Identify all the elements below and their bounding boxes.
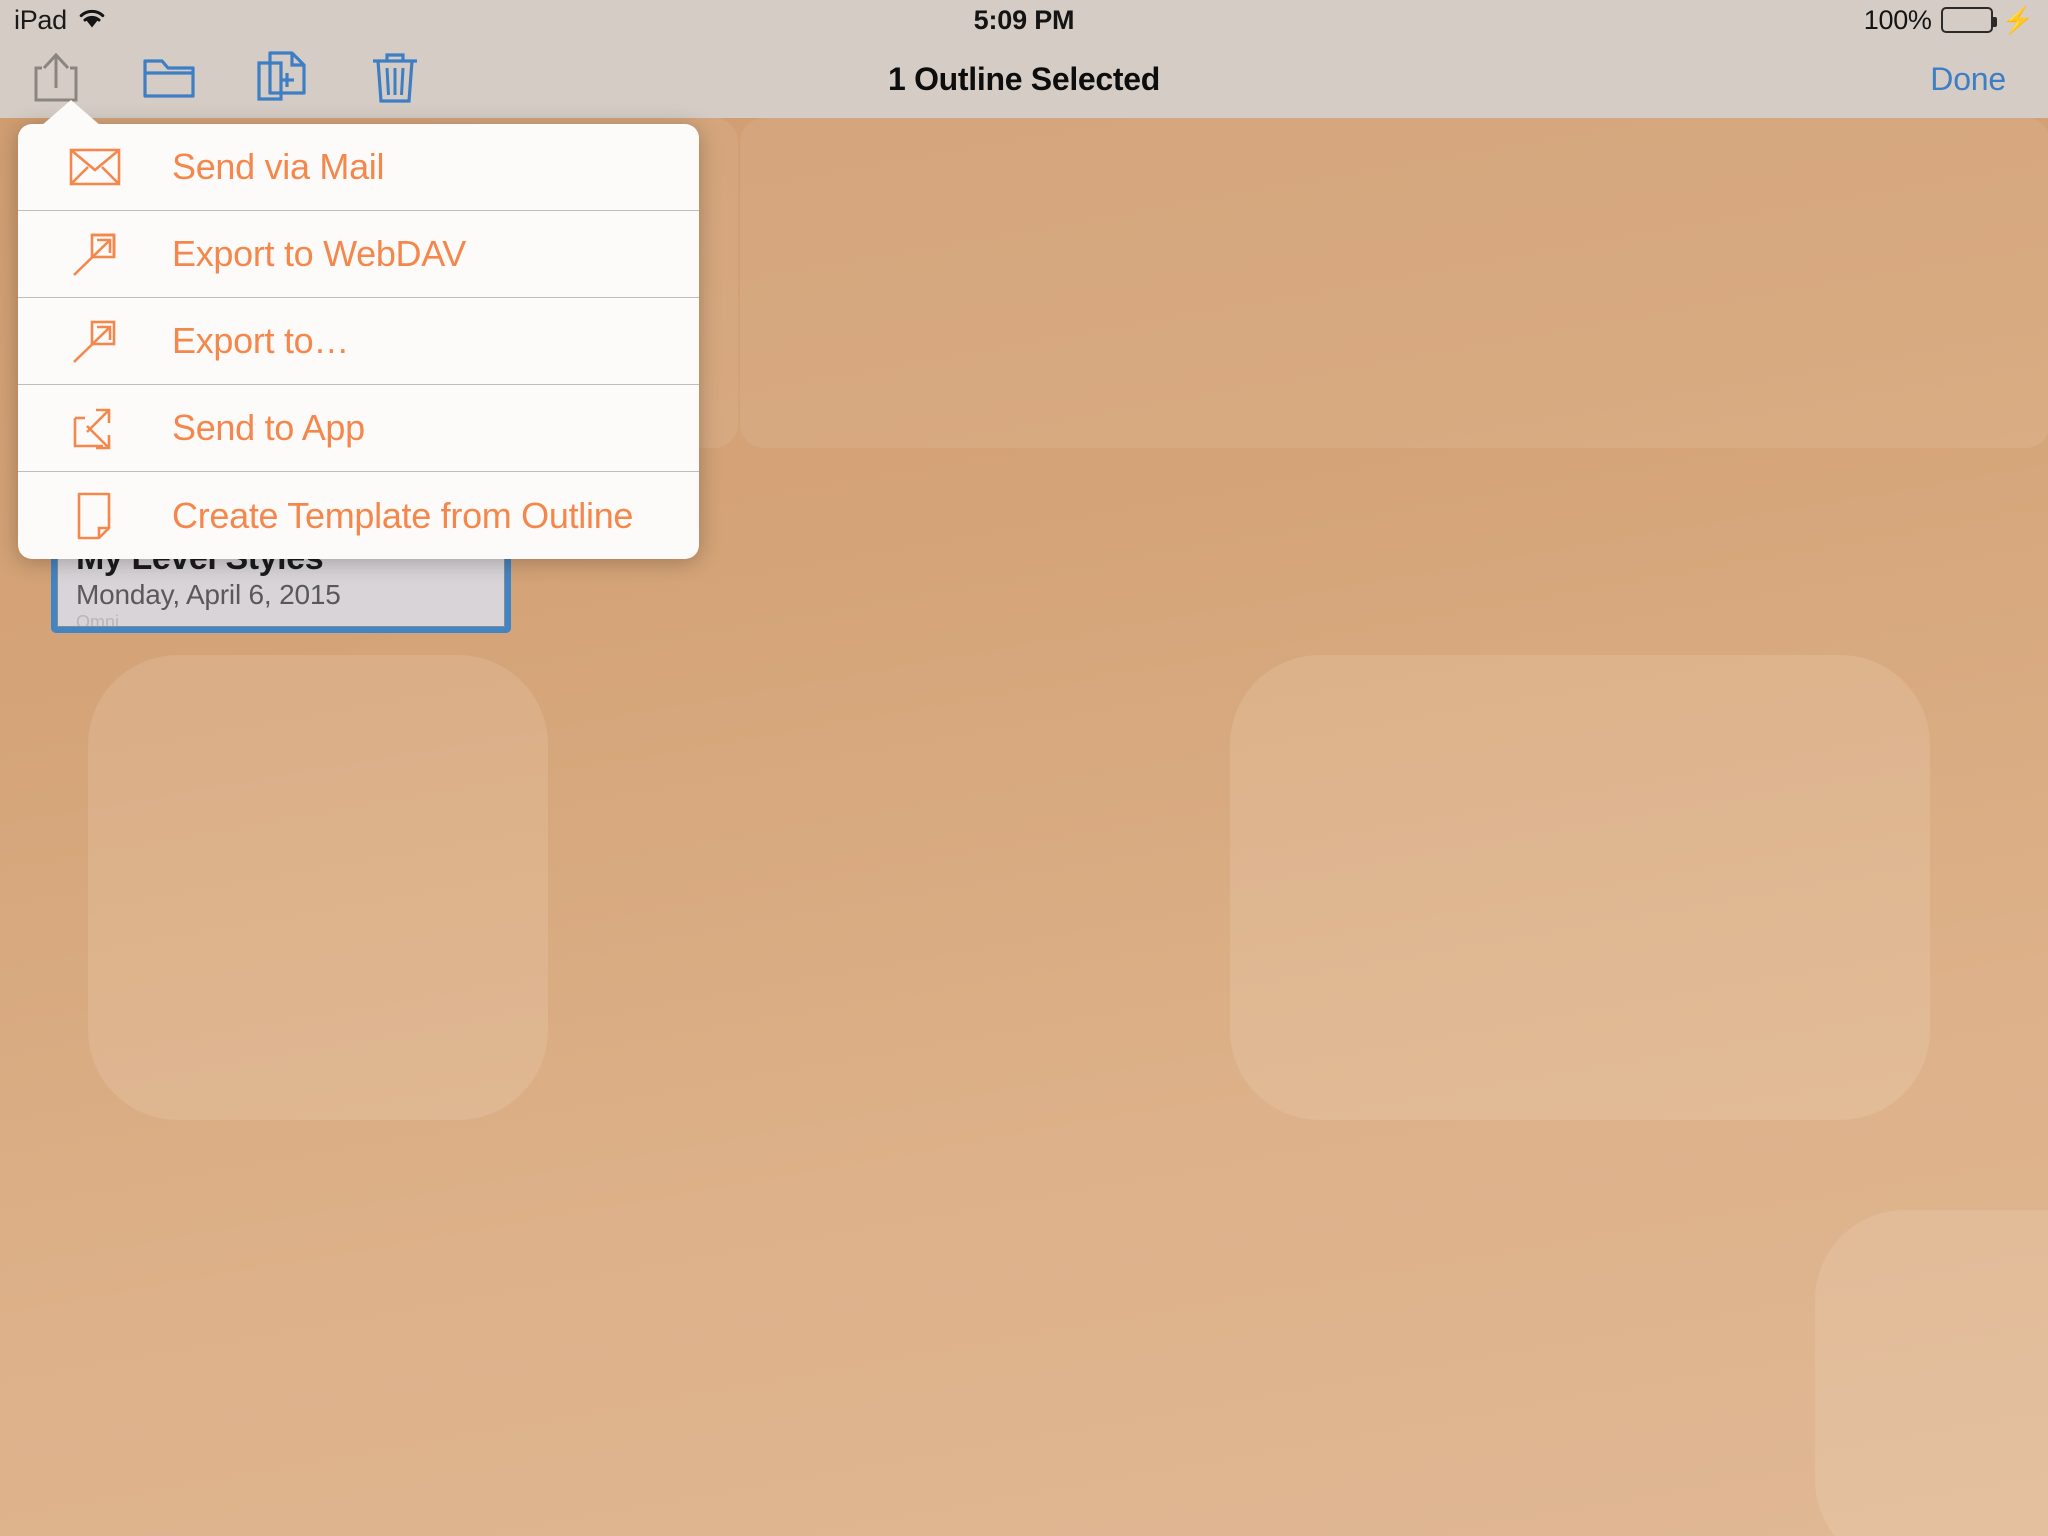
status-bar: iPad 5:09 PM 100% ⚡	[0, 0, 2048, 40]
background-shape-right	[1815, 1210, 2048, 1536]
navigation-toolbar: 1 Outline Selected Done	[0, 40, 2048, 118]
menu-item-send-to-app[interactable]: Send to App	[18, 385, 699, 472]
page-title: 1 Outline Selected	[887, 60, 1161, 97]
status-bar-clock: 5:09 PM	[973, 4, 1075, 35]
document-thumbnail: My Level Styles Monday, April 6, 2015 Om…	[57, 549, 505, 627]
background-shape-center	[1230, 655, 1930, 1120]
menu-item-export-to[interactable]: Export to…	[18, 298, 699, 385]
status-bar-right: 100% ⚡	[1864, 0, 2034, 40]
menu-item-label: Export to WebDAV	[172, 233, 466, 274]
popover-arrow	[41, 100, 101, 126]
background-shape-left	[88, 655, 548, 1120]
lightning-bolt-icon: ⚡	[2001, 5, 2034, 35]
menu-item-label: Send to App	[172, 407, 365, 448]
battery-icon	[1940, 7, 1997, 33]
menu-item-label: Export to…	[172, 320, 350, 361]
send-to-app-icon	[68, 401, 122, 455]
share-popover-menu: Send via Mail Export to WebDAV Export to…	[18, 124, 699, 559]
template-document-icon	[68, 489, 122, 543]
background-card-top-right	[740, 118, 2048, 448]
document-subtitle: Omni	[76, 612, 120, 627]
menu-item-create-template[interactable]: Create Template from Outline	[18, 472, 699, 559]
export-arrow-icon	[68, 314, 122, 368]
export-arrow-icon	[68, 227, 122, 281]
done-button[interactable]: Done	[1930, 40, 2006, 118]
ipad-screen: iPad 5:09 PM 100% ⚡ 1 Outline Selected D…	[0, 0, 2048, 1536]
menu-item-export-to-webdav[interactable]: Export to WebDAV	[18, 211, 699, 298]
menu-item-label: Create Template from Outline	[172, 494, 634, 536]
battery-percent-label: 100%	[1863, 4, 1932, 35]
menu-item-label: Send via Mail	[172, 146, 385, 187]
envelope-icon	[68, 140, 122, 194]
menu-item-send-via-mail[interactable]: Send via Mail	[18, 124, 699, 211]
document-date: Monday, April 6, 2015	[76, 579, 341, 610]
